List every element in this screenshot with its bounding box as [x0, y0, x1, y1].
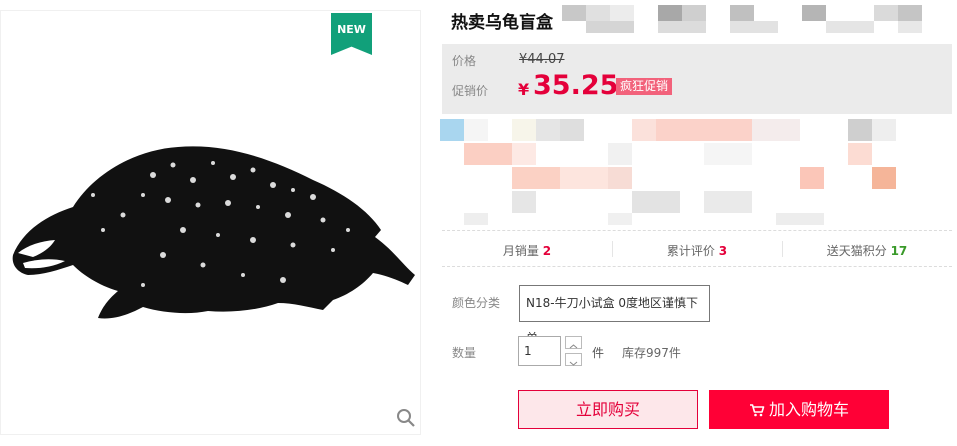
stat-value: 2 [542, 244, 552, 258]
stat-label: 送天猫积分 [826, 244, 887, 258]
product-title: 热卖乌龟盲盒 [451, 13, 553, 33]
add-to-cart-button[interactable]: 加入购物车 [709, 390, 889, 429]
stats-bar: 月销量 2 累计评价 3 送天猫积分 17 [442, 232, 952, 266]
magnifier-icon[interactable] [396, 408, 416, 428]
stat-label: 月销量 [502, 244, 539, 258]
divider-bottom [442, 266, 952, 267]
buy-now-button[interactable]: 立即购买 [518, 390, 698, 429]
chevron-up-icon [569, 344, 578, 349]
stat-label: 累计评价 [666, 244, 715, 258]
quantity-increase-button[interactable] [565, 336, 582, 349]
stat-value: 17 [890, 244, 908, 258]
cart-icon [749, 404, 765, 417]
stat-value: 3 [718, 244, 728, 258]
promo-tag: 疯狂促销 [616, 78, 673, 95]
stat-monthly-sales: 月销量 2 [442, 242, 612, 259]
stock-count: 库存997件 [622, 346, 681, 360]
quantity-decrease-button[interactable] [565, 353, 582, 366]
promo-price-label: 促销价 [452, 84, 489, 98]
price-label: 价格 [452, 54, 477, 68]
divider-top [442, 230, 952, 231]
original-price: ¥44.07 [519, 52, 565, 67]
color-category-label: 颜色分类 [452, 296, 501, 310]
stat-tmall-points: 送天猫积分 17 [782, 242, 952, 259]
promo-price: 35.25 [533, 70, 619, 101]
currency-symbol: ¥ [518, 80, 530, 99]
add-to-cart-label: 加入购物车 [768, 400, 849, 419]
quantity-label: 数量 [452, 346, 477, 360]
sku-option-selected[interactable]: N18-牛刀小试盒 0度地区谨慎下单 [519, 285, 710, 345]
chevron-down-icon [569, 361, 578, 366]
product-image-turtle [12, 146, 416, 319]
blurred-promo-area [440, 114, 952, 230]
quantity-unit: 件 [592, 346, 605, 360]
quantity-input[interactable]: 1 [518, 336, 561, 366]
stat-total-reviews[interactable]: 累计评价 3 [612, 242, 782, 259]
